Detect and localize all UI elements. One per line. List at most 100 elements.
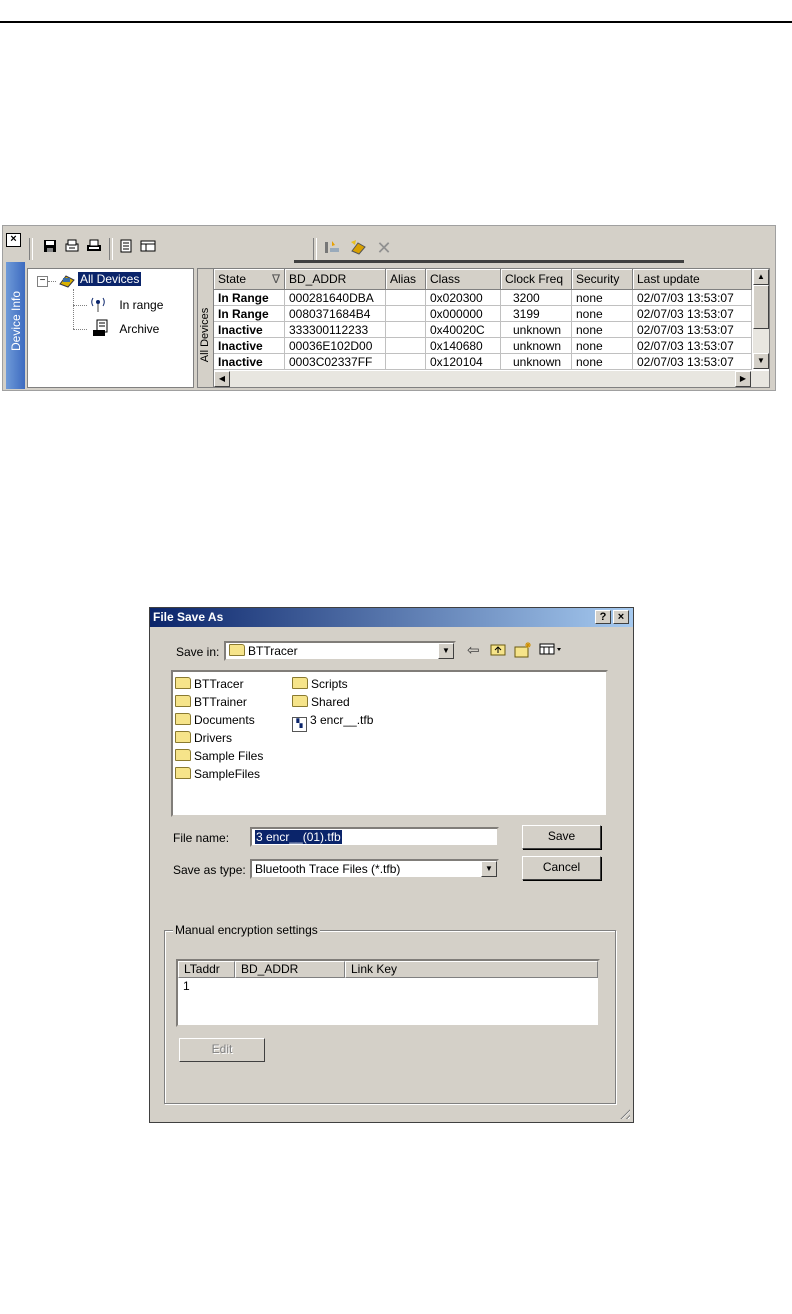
- folder-item[interactable]: Sample Files: [175, 749, 263, 763]
- all-devices-vertical-tab[interactable]: All Devices: [198, 269, 214, 387]
- table-cell: 3199: [500, 305, 572, 322]
- tree-node-in-range[interactable]: In range: [88, 295, 163, 313]
- column-header-bd-addr[interactable]: BD_ADDR: [235, 961, 345, 978]
- tree-connector: [73, 305, 87, 306]
- link-key-row[interactable]: 1: [183, 979, 190, 993]
- devices-table: State ∇ BD_ADDR Alias Class Clock Freq S…: [214, 269, 752, 370]
- folder-item[interactable]: BTTrainer: [175, 695, 247, 709]
- devices-icon: [59, 275, 75, 288]
- table-cell: In Range: [214, 305, 285, 322]
- table-cell: 0x140680: [425, 337, 501, 354]
- save-as-type-combo[interactable]: Bluetooth Trace Files (*.tfb) ▼: [250, 859, 499, 879]
- file-name-value: 3 encr__(01).tfb: [255, 830, 342, 844]
- dialog-title: File Save As: [153, 610, 224, 624]
- table-row[interactable]: Inactive 333300112233 0x40020C unknown none 0…: [214, 321, 752, 338]
- table-cell: [385, 321, 426, 338]
- file-name-input[interactable]: 3 encr__(01).tfb: [250, 827, 499, 847]
- folder-item-label: BTTracer: [194, 677, 244, 691]
- file-list: BTTracer BTTrainer Documents Drivers Sample …: [171, 670, 608, 817]
- new-folder-icon[interactable]: [514, 642, 532, 663]
- table-row[interactable]: In Range 0080371684B4 0x000000 3199 none 02/0…: [214, 305, 752, 322]
- devices-grid: All Devices State ∇ BD_ADDR Alias Class …: [197, 268, 770, 388]
- dialog-titlebar[interactable]: File Save As ? ×: [150, 608, 633, 627]
- folder-item[interactable]: Scripts: [292, 677, 348, 691]
- table-cell: 02/07/03 13:53:07: [632, 353, 752, 370]
- chevron-down-icon[interactable]: ▼: [481, 861, 497, 877]
- save-as-type-label: Save as type:: [173, 863, 246, 877]
- tree-node-all-devices[interactable]: All Devices: [58, 271, 143, 288]
- table-cell: none: [571, 337, 633, 354]
- help-button[interactable]: ?: [595, 610, 611, 624]
- page-icon[interactable]: [117, 239, 135, 257]
- column-header-last-update[interactable]: Last update: [632, 269, 752, 290]
- scroll-right-icon[interactable]: ▶: [735, 371, 751, 387]
- back-arrow-icon[interactable]: ⇦: [467, 642, 480, 660]
- sort-icon: ∇: [271, 272, 280, 286]
- file-save-as-dialog: File Save As ? × Save in: BTTracer ▼ ⇦ B…: [149, 607, 634, 1123]
- table-cell: 0x000000: [425, 305, 501, 322]
- file-item[interactable]: ▚ 3 encr__.tfb: [292, 713, 373, 732]
- folder-item-label: Shared: [311, 695, 350, 709]
- save-in-label: Save in:: [176, 645, 220, 659]
- tree-connector: [73, 329, 87, 330]
- folder-item[interactable]: Shared: [292, 695, 350, 709]
- edit-button[interactable]: Edit: [179, 1038, 265, 1062]
- folder-item-label: Scripts: [311, 677, 348, 691]
- folder-item[interactable]: Drivers: [175, 731, 232, 745]
- collapse-icon[interactable]: −: [37, 276, 48, 287]
- table-row[interactable]: Inactive 0003C02337FF 0x120104 unknown none 0…: [214, 353, 752, 370]
- view-menu-icon[interactable]: [539, 642, 563, 661]
- scroll-down-icon[interactable]: ▼: [753, 353, 769, 369]
- cancel-button[interactable]: Cancel: [522, 856, 601, 880]
- table-cell: 02/07/03 13:53:07: [632, 305, 752, 322]
- save-icon[interactable]: [41, 239, 59, 257]
- folder-icon: [175, 767, 191, 779]
- print-preview-icon[interactable]: [63, 239, 81, 257]
- table-cell: 000281640DBA: [284, 289, 386, 306]
- delete-icon[interactable]: ✕: [375, 239, 393, 257]
- tree-node-archive[interactable]: Archive: [92, 319, 159, 337]
- panel-close-button[interactable]: ×: [6, 233, 21, 247]
- up-folder-icon[interactable]: [490, 642, 506, 661]
- print-icon[interactable]: [85, 239, 103, 257]
- column-header-state[interactable]: State ∇: [214, 269, 285, 290]
- save-in-combo[interactable]: BTTracer ▼: [224, 641, 456, 661]
- save-button[interactable]: Save: [522, 825, 601, 849]
- column-header-security[interactable]: Security: [571, 269, 633, 290]
- table-cell: 02/07/03 13:53:07: [632, 337, 752, 354]
- folder-item[interactable]: Documents: [175, 713, 255, 727]
- tree-label-in-range: In range: [119, 298, 164, 312]
- device-add-icon[interactable]: [349, 239, 367, 257]
- column-header-alias[interactable]: Alias: [385, 269, 426, 290]
- grid-icon[interactable]: [139, 239, 157, 257]
- scroll-thumb[interactable]: [753, 285, 769, 329]
- resize-grip[interactable]: [618, 1107, 630, 1119]
- link-key-list[interactable]: LTaddr BD_ADDR Link Key 1: [176, 959, 600, 1027]
- folder-item[interactable]: SampleFiles: [175, 767, 260, 781]
- table-row[interactable]: In Range 000281640DBA 0x020300 3200 none 02/0…: [214, 289, 752, 306]
- scroll-left-icon[interactable]: ◀: [214, 371, 230, 387]
- column-header-clock-freq[interactable]: Clock Freq: [500, 269, 572, 290]
- chevron-down-icon[interactable]: ▼: [438, 643, 454, 659]
- toolbar-separator: [313, 238, 317, 260]
- folder-item[interactable]: BTTracer: [175, 677, 244, 691]
- table-cell: unknown: [500, 337, 572, 354]
- column-header-link-key[interactable]: Link Key: [345, 961, 598, 978]
- table-cell: unknown: [500, 353, 572, 370]
- column-header-bd-addr[interactable]: BD_ADDR: [284, 269, 386, 290]
- column-header-class[interactable]: Class: [425, 269, 501, 290]
- horizontal-scrollbar[interactable]: ◀ ▶: [214, 371, 769, 387]
- scroll-up-icon[interactable]: ▲: [753, 269, 769, 285]
- close-button[interactable]: ×: [613, 610, 629, 624]
- device-info-side-tab[interactable]: Device Info: [6, 262, 25, 389]
- pipe-connect-icon[interactable]: [323, 239, 341, 257]
- table-cell: 00036E102D00: [284, 337, 386, 354]
- file-item-label: 3 encr__.tfb: [310, 713, 374, 727]
- folder-icon: [292, 695, 308, 707]
- column-header-ltaddr[interactable]: LTaddr: [178, 961, 235, 978]
- folder-item-label: BTTrainer: [194, 695, 247, 709]
- table-row[interactable]: Inactive 00036E102D00 0x140680 unknown none 0…: [214, 337, 752, 354]
- folder-item-label: Sample Files: [194, 749, 264, 763]
- archive-icon: [93, 319, 108, 336]
- vertical-scrollbar[interactable]: ▲ ▼: [753, 269, 769, 369]
